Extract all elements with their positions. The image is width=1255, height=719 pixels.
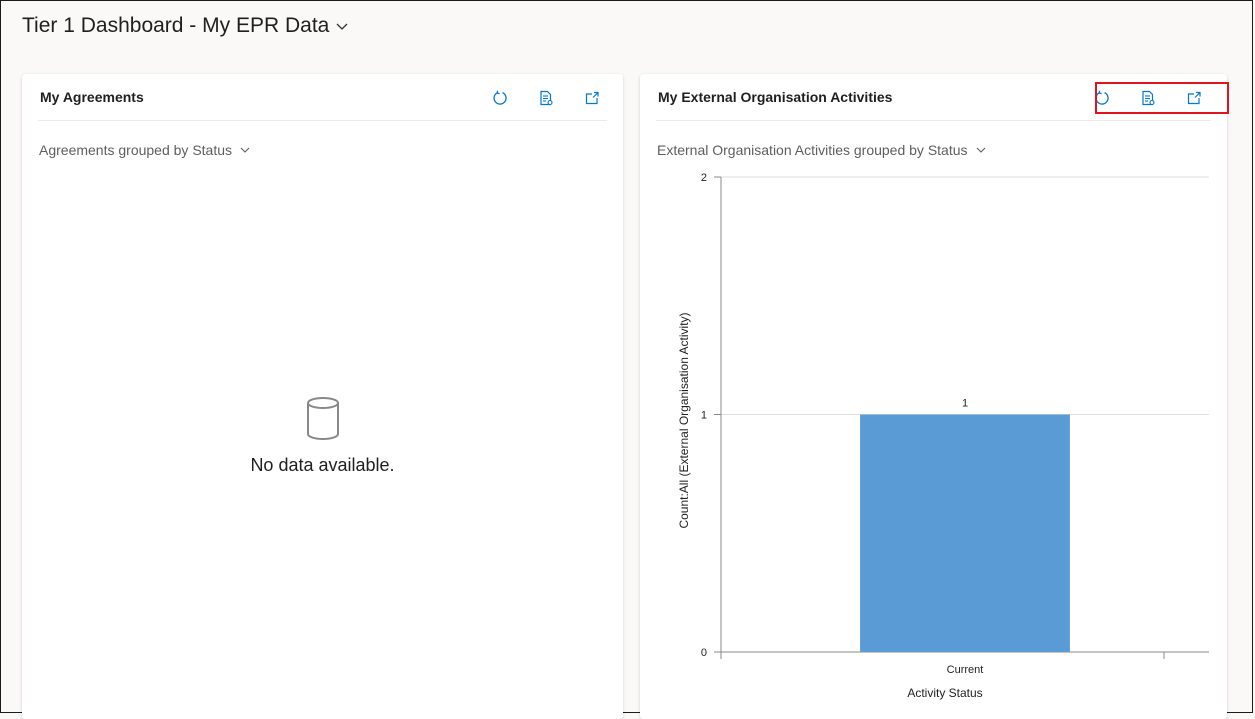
expand-button[interactable] xyxy=(577,86,607,110)
card-actions xyxy=(1071,86,1209,110)
view-selector-label: External Organisation Activities grouped… xyxy=(657,142,968,158)
card-actions xyxy=(469,86,607,110)
view-selector-label: Agreements grouped by Status xyxy=(39,142,233,158)
my-agreements-card: My Agreements Agreements grouped by Stat… xyxy=(22,74,623,719)
empty-state: No data available. xyxy=(22,396,623,476)
expand-button[interactable] xyxy=(1179,86,1209,110)
refresh-icon xyxy=(493,90,507,105)
view-records-button[interactable] xyxy=(1133,86,1163,110)
empty-message: No data available. xyxy=(250,455,395,475)
x-axis-title: Activity Status xyxy=(907,686,982,700)
expand-icon xyxy=(1187,91,1201,105)
card-header: My Agreements xyxy=(38,74,607,121)
y-tick-label: 1 xyxy=(701,410,707,422)
x-tick-label: Current xyxy=(947,664,984,676)
database-icon xyxy=(306,397,339,440)
view-records-icon xyxy=(1142,90,1155,106)
view-selector[interactable]: External Organisation Activities grouped… xyxy=(657,142,987,158)
card-title: My Agreements xyxy=(40,89,144,105)
data-label: 1 xyxy=(962,398,968,410)
y-tick-label: 2 xyxy=(701,172,707,184)
card-header: My External Organisation Activities xyxy=(656,74,1211,121)
view-records-button[interactable] xyxy=(531,86,561,110)
chart-svg: 0 1 2 1 Current Activity Status Count:All (Ext… xyxy=(677,172,1209,700)
refresh-icon xyxy=(1095,90,1109,105)
dashboard-selector[interactable]: Tier 1 Dashboard - My EPR Data xyxy=(22,14,349,38)
my-external-organisation-activities-card: My External Organisation Activities Exte… xyxy=(640,74,1227,719)
view-selector[interactable]: Agreements grouped by Status xyxy=(39,142,251,158)
bar-chart: 0 1 2 1 Current Activity Status Count:All (Ext… xyxy=(640,166,1227,719)
refresh-button[interactable] xyxy=(485,86,515,110)
y-tick-label: 0 xyxy=(701,647,707,659)
expand-icon xyxy=(585,91,599,105)
y-axis-title: Count:All (External Organisation Activit… xyxy=(677,312,691,528)
card-title: My External Organisation Activities xyxy=(658,89,893,105)
chevron-down-icon xyxy=(976,147,985,153)
bar xyxy=(860,414,1070,652)
refresh-button[interactable] xyxy=(1087,86,1117,110)
chevron-down-icon xyxy=(336,23,348,30)
view-records-icon xyxy=(540,90,553,106)
dashboard-title: Tier 1 Dashboard - My EPR Data xyxy=(22,14,330,37)
chevron-down-icon xyxy=(240,147,250,153)
